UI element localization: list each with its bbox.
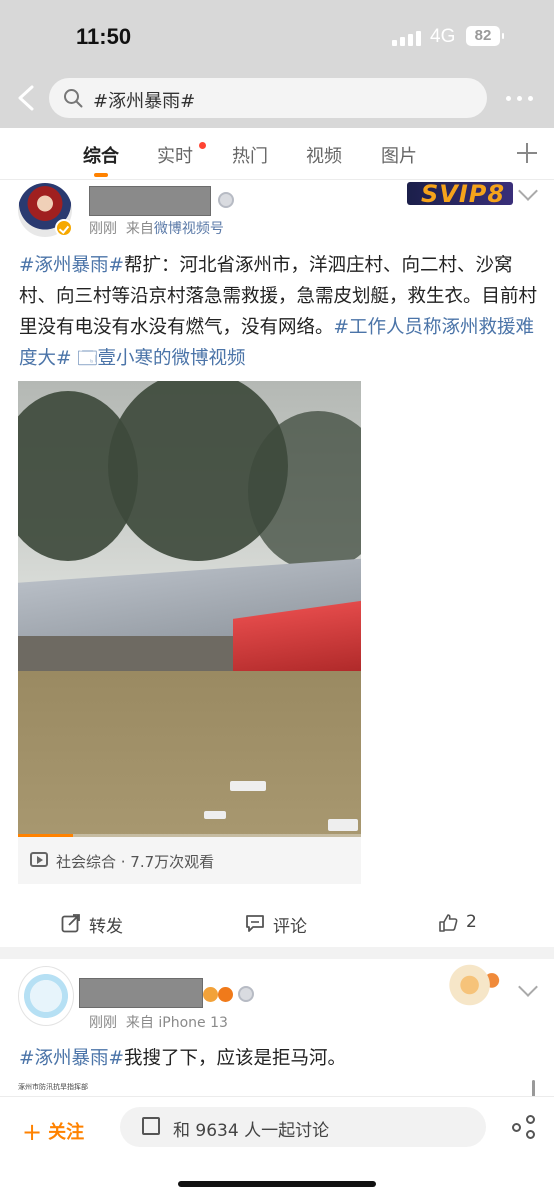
post-source: iPhone 13 [158,1015,228,1031]
like-count[interactable]: 2 [466,912,477,932]
tab-video[interactable]: 视频 [306,142,342,168]
battery-icon: 82 [466,26,504,46]
video-frame-floodwater [18,671,361,837]
bottom-bar: + 关注 和 9634 人一起讨论 [0,1096,554,1200]
repost-button[interactable]: 转发 [89,912,123,937]
post-source[interactable]: 微博视频号 [154,221,224,237]
profile-decoration [440,962,514,1008]
hashtag-link[interactable]: #涿州暴雨# [19,255,124,276]
verified-badge-icon [55,219,73,237]
tab-images[interactable]: 图片 [381,142,417,168]
realtime-notification-dot [199,142,206,149]
post-meta: 刚刚 来自 iPhone 13 [89,1012,228,1032]
chevron-down-icon[interactable] [518,181,538,201]
edit-icon [142,1117,160,1135]
back-icon[interactable] [14,84,38,112]
tab-active-indicator [94,173,108,177]
badge-icon [218,987,233,1002]
chevron-down-icon[interactable] [518,977,538,997]
video-player[interactable] [18,381,361,837]
discuss-button[interactable]: 和 9634 人一起讨论 [120,1107,486,1147]
post-text: #涿州暴雨#我搜了下，应该是拒马河。 [19,1043,539,1074]
post-text: #涿州暴雨#帮扩：河北省涿州市，洋泗庄村、向二村、沙窝村、向三村等沿京村落急需救… [19,250,539,374]
username-redacted[interactable] [89,186,211,216]
network-type: 4G [430,26,456,47]
medal-icon [238,986,254,1002]
username-redacted[interactable] [79,978,203,1008]
discuss-label: 和 9634 人一起讨论 [173,1121,330,1141]
comment-button[interactable]: 评论 [273,912,307,937]
post-from-label: 来自 [125,1015,154,1031]
svip-badge-text: SVIP8 [421,180,506,208]
medal-icon [218,192,234,208]
add-tab-icon[interactable] [516,142,538,164]
post-time: 刚刚 [89,1015,117,1031]
badge-icon [203,987,218,1002]
tab-comprehensive[interactable]: 综合 [83,142,119,168]
post-separator [0,947,554,959]
video-stats: 社会综合 · 7.7万次观看 [56,853,215,871]
top-header: 11:50 4G 82 #涿州暴雨# [0,0,554,128]
tab-bar: 综合 实时 热门 视频 图片 [0,128,554,180]
plus-icon: + [22,1118,43,1146]
svip-badge: SVIP8 [407,180,513,208]
post-body: 我搜了下，应该是拒马河。 [124,1048,347,1069]
post-actions: 转发 评论 2 [0,899,554,949]
comment-icon[interactable] [245,913,265,933]
like-icon[interactable] [438,913,458,933]
post-from-label: 来自 [125,221,154,237]
video-info-bar: 社会综合 · 7.7万次观看 [18,837,361,884]
tab-hot[interactable]: 热门 [232,142,268,168]
hashtag-link[interactable]: #涿州暴雨# [19,1048,124,1069]
search-query: #涿州暴雨# [93,91,196,112]
video-play-icon [30,852,48,867]
image-caption: 涿州市防汛抗旱指挥部 [18,1083,88,1091]
home-indicator [178,1181,376,1187]
video-source-link[interactable]: 🗔壹小寒的微博视频 [77,348,245,369]
repost-icon[interactable] [61,913,81,933]
follow-label: 关注 [48,1122,85,1143]
post-meta: 刚刚 来自微博视频号 [89,218,224,238]
signal-icon [392,30,422,46]
more-icon[interactable] [504,90,536,106]
avatar[interactable] [18,966,74,1026]
tab-realtime[interactable]: 实时 [157,142,193,168]
post-time: 刚刚 [89,221,117,237]
search-icon [64,89,83,108]
search-input[interactable]: #涿州暴雨# [49,78,487,118]
share-icon[interactable] [512,1115,538,1141]
follow-button[interactable]: + 关注 [22,1116,85,1146]
status-time: 11:50 [76,24,132,49]
